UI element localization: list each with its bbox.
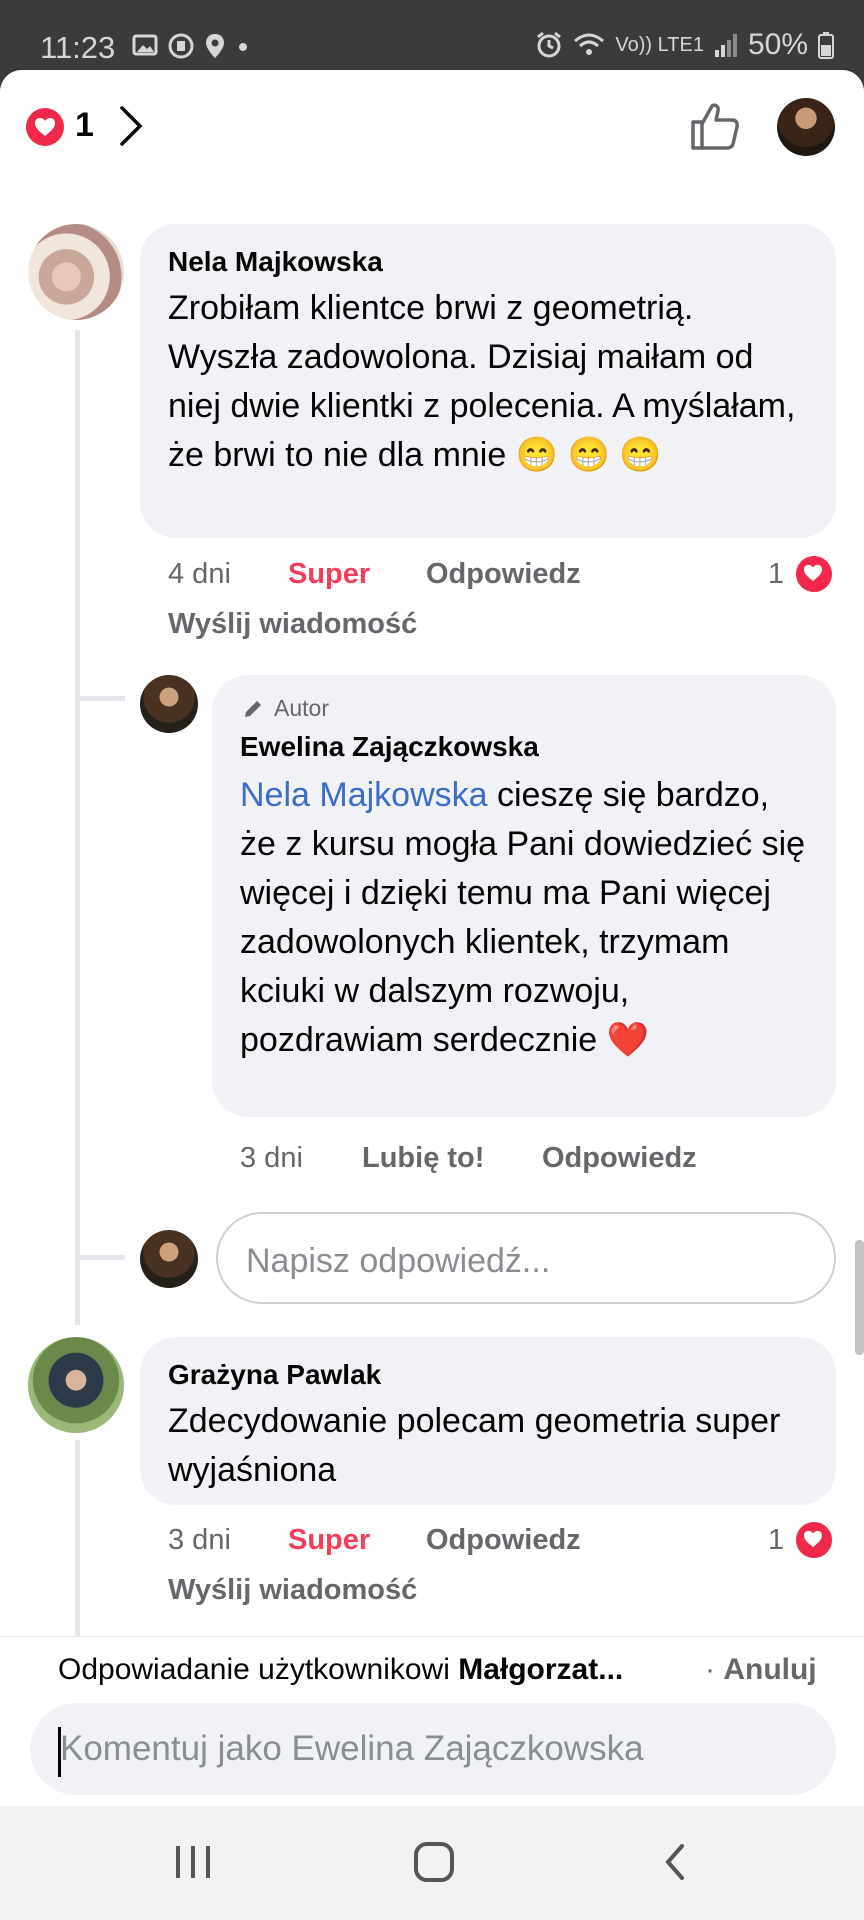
location-icon: [206, 34, 224, 58]
signal-icon: [714, 34, 737, 57]
reply-text-container: Nela Majkowska cieszę się bardzo, że z k…: [240, 771, 810, 1065]
love-reaction-icon[interactable]: [26, 108, 64, 146]
reply-input[interactable]: Napisz odpowiedź...: [216, 1212, 836, 1304]
avatar[interactable]: [28, 224, 124, 320]
comment-reaction-count[interactable]: 1: [768, 1520, 835, 1560]
replying-user: Małgorzat...: [458, 1653, 624, 1686]
love-reaction-icon: [794, 1520, 835, 1560]
reaction-count: 1: [768, 1523, 785, 1556]
reply-actions: 3 dni Lubię to! Odpowiedz: [240, 1142, 697, 1175]
comment-bubble: Grażyna Pawlak Zdecydowanie polecam geom…: [140, 1337, 836, 1505]
author-badge: Autor: [242, 695, 329, 722]
recent-apps-icon[interactable]: [172, 1842, 214, 1882]
thread-line: [75, 330, 80, 1325]
status-notification-icons: [132, 33, 250, 59]
reply-button[interactable]: Odpowiedz: [426, 1524, 581, 1557]
reply-age[interactable]: 3 dni: [240, 1142, 362, 1175]
avatar[interactable]: [28, 1337, 124, 1433]
system-nav-bar: [0, 1806, 864, 1920]
send-message-button[interactable]: Wyślij wiadomość: [168, 1574, 417, 1607]
cancel-reply[interactable]: · Anuluj: [705, 1653, 817, 1687]
reactions-header: 1: [0, 70, 864, 188]
comment-bubble: Nela Majkowska Zrobiłam klientce brwi z …: [140, 224, 836, 538]
reaction-button[interactable]: Super: [288, 558, 426, 591]
reaction-count[interactable]: 1: [75, 106, 94, 145]
gallery-icon: [132, 34, 158, 56]
battery-percent: 50%: [747, 28, 808, 61]
comment-text: Zrobiłam klientce brwi z geometrią. Wysz…: [168, 289, 796, 474]
author-badge-label: Autor: [274, 695, 329, 721]
comment-text: Zdecydowanie polecam geometria super wyj…: [168, 1402, 781, 1489]
comment-author[interactable]: Grażyna Pawlak: [168, 1359, 381, 1391]
avatar[interactable]: [140, 675, 198, 733]
love-reaction-icon: [794, 554, 835, 594]
battery-icon: [818, 32, 834, 59]
mention-link[interactable]: Nela Majkowska: [240, 776, 488, 814]
chevron-right-icon[interactable]: [118, 104, 144, 148]
comment-age[interactable]: 4 dni: [168, 558, 288, 591]
home-icon[interactable]: [412, 1840, 456, 1884]
comment-reaction-count[interactable]: 1: [768, 554, 835, 594]
avatar: [140, 1230, 198, 1288]
pencil-icon: [245, 700, 261, 717]
composer-area: Odpowiadanie użytkownikowi Małgorzat... …: [0, 1636, 864, 1807]
status-time: 11:23: [40, 30, 116, 65]
messenger-icon: [168, 33, 194, 59]
thumbs-up-icon[interactable]: [688, 100, 740, 152]
alarm-icon: [537, 31, 562, 58]
reply-button[interactable]: Odpowiedz: [426, 558, 581, 591]
dot-icon: [239, 43, 247, 51]
wifi-icon: [574, 33, 605, 55]
reply-author[interactable]: Ewelina Zajączkowska: [240, 731, 539, 763]
like-button[interactable]: Lubię to!: [362, 1142, 542, 1175]
replying-to: Odpowiadanie użytkownikowi Małgorzat...: [58, 1653, 623, 1687]
replying-prefix: Odpowiadanie użytkownikowi: [58, 1653, 459, 1686]
reply-button[interactable]: Odpowiedz: [542, 1142, 697, 1175]
send-message-button[interactable]: Wyślij wiadomość: [168, 608, 417, 641]
status-right: Vo)) LTE1 50%: [535, 28, 834, 62]
thread-connector: [75, 696, 125, 701]
comment-placeholder: Komentuj jako Ewelina Zajączkowska: [60, 1729, 644, 1768]
reaction-button[interactable]: Super: [288, 1524, 426, 1557]
separator: ·: [705, 1653, 724, 1686]
thread-connector: [75, 1255, 125, 1260]
cancel-button[interactable]: Anuluj: [723, 1653, 816, 1686]
comment-actions: 4 dni Super Odpowiedz: [168, 558, 581, 591]
comment-author[interactable]: Nela Majkowska: [168, 246, 383, 278]
reaction-count: 1: [768, 557, 785, 590]
reply-text: cieszę się bardzo, że z kursu mogła Pani…: [240, 776, 806, 1059]
scrollbar[interactable]: [855, 1240, 864, 1355]
comment-actions: 3 dni Super Odpowiedz: [168, 1524, 581, 1557]
reply-bubble: Autor Ewelina Zajączkowska Nela Majkowsk…: [212, 675, 836, 1117]
comment-age[interactable]: 3 dni: [168, 1524, 288, 1557]
network-label: Vo)) LTE1: [615, 33, 704, 56]
user-avatar[interactable]: [777, 98, 835, 156]
back-icon[interactable]: [660, 1840, 690, 1884]
